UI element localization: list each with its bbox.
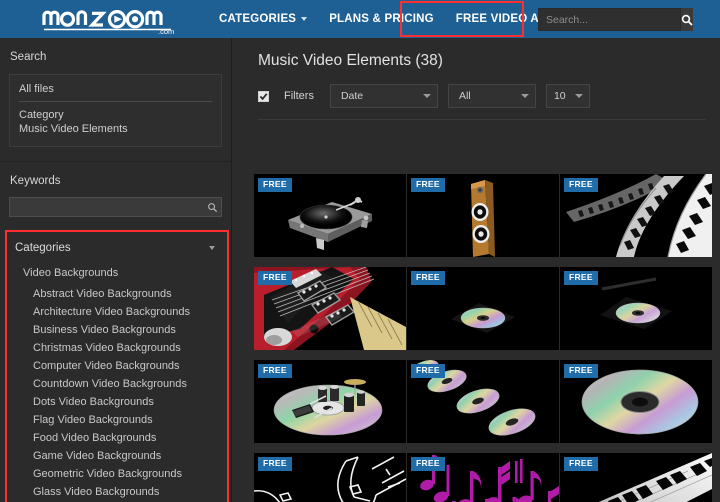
sort-select[interactable]: Date [330,84,438,108]
category-item[interactable]: Abstract Video Backgrounds [7,285,227,303]
page-root: .com CATEGORIES PLANS & PRICING FREE VID… [0,0,720,502]
category-item[interactable]: Food Video Backgrounds [7,429,227,447]
free-badge: FREE [258,457,292,471]
keywords-title: Keywords [0,162,231,197]
asset-card[interactable]: FREE [407,360,559,443]
header-search[interactable] [538,8,681,31]
nav-label-categories: CATEGORIES [219,13,296,25]
page-size-value: 10 [554,90,566,102]
category-item[interactable]: Computer Video Backgrounds [7,357,227,375]
nav-label-plans-pricing: PLANS & PRICING [329,13,434,25]
free-badge: FREE [411,178,445,192]
filter-toolbar: Filters Date All 10 [233,70,720,108]
page-title: Music Video Elements (38) [233,38,720,70]
search-icon [207,202,218,213]
results-grid-viewport: FREE [233,163,720,502]
asset-card[interactable]: FREE [254,267,406,350]
free-badge: FREE [564,364,598,378]
chevron-down-icon [301,17,307,21]
category-value[interactable]: Music Video Elements [19,122,212,136]
category-item[interactable]: Flag Video Backgrounds [7,411,227,429]
asset-card[interactable]: FREE [560,453,712,502]
sidebar-keywords-section: Keywords [0,162,231,217]
sidebar-search-section: Search All files Category Music Video El… [0,38,231,162]
asset-card[interactable]: FREE [254,174,406,257]
categories-list: Video Backgrounds Abstract Video Backgro… [7,263,227,502]
asset-card[interactable]: FREE [254,453,406,502]
asset-card[interactable]: FREE [560,267,712,350]
type-select-value: All [459,90,471,102]
asset-card[interactable]: FREE [407,453,559,502]
site-logo[interactable]: .com [40,0,188,38]
category-item[interactable]: Business Video Backgrounds [7,321,227,339]
free-badge: FREE [411,457,445,471]
category-item[interactable]: Dots Video Backgrounds [7,393,227,411]
category-item[interactable]: Game Video Backgrounds [7,447,227,465]
category-root-video-backgrounds[interactable]: Video Backgrounds [7,263,227,285]
monzoom-logo-icon: .com [40,4,188,34]
free-badge: FREE [411,271,445,285]
free-badge: FREE [258,364,292,378]
categories-panel: Categories Video Backgrounds Abstract Vi… [5,230,229,502]
asset-card[interactable]: FREE [560,174,712,257]
asset-card[interactable]: FREE [407,174,559,257]
all-files-label[interactable]: All files [19,83,212,102]
category-item[interactable]: Christmas Video Backgrounds [7,339,227,357]
category-item[interactable]: Architecture Video Backgrounds [7,303,227,321]
checkmark-icon [259,92,268,101]
free-badge: FREE [564,457,598,471]
keywords-input[interactable] [10,201,203,213]
search-icon [681,14,693,26]
chevron-down-icon [423,94,431,98]
svg-text:.com: .com [158,27,174,34]
main-content: Music Video Elements (38) Filters Date A… [233,38,720,502]
free-badge: FREE [564,178,598,192]
nav-item-plans-pricing[interactable]: PLANS & PRICING [318,0,445,38]
chevron-down-icon [521,94,529,98]
chevron-down-icon[interactable] [209,246,215,250]
category-label: Category [19,108,212,122]
category-item[interactable]: Geometric Video Backgrounds [7,465,227,483]
toolbar-divider [258,119,706,120]
categories-header[interactable]: Categories [7,232,227,263]
free-badge: FREE [258,271,292,285]
type-select[interactable]: All [448,84,536,108]
filters-label: Filters [284,90,314,102]
category-item[interactable]: Countdown Video Backgrounds [7,375,227,393]
keywords-search-icon-wrap[interactable] [203,202,221,213]
nav-item-categories[interactable]: CATEGORIES [208,0,318,38]
sidebar: Search All files Category Music Video El… [0,38,232,502]
results-grid: FREE [233,163,720,502]
categories-title: Categories [15,242,71,254]
sidebar-filter-summary: All files Category Music Video Elements [9,74,222,147]
search-input[interactable] [539,14,681,26]
page-size-select[interactable]: 10 [546,84,590,108]
asset-card[interactable]: FREE [560,360,712,443]
main-navigation: CATEGORIES PLANS & PRICING FREE VIDEO AS… [208,0,589,38]
asset-card[interactable]: FREE [407,267,559,350]
asset-card[interactable]: FREE [254,360,406,443]
site-header: .com CATEGORIES PLANS & PRICING FREE VID… [0,0,720,38]
search-button[interactable] [681,8,693,31]
sort-select-value: Date [341,90,363,102]
filters-checkbox[interactable] [258,91,269,102]
free-badge: FREE [258,178,292,192]
category-item[interactable]: Glass Video Backgrounds [7,483,227,501]
keywords-search-wrap[interactable] [9,197,222,217]
free-badge: FREE [411,364,445,378]
chevron-down-icon [575,94,583,98]
free-badge: FREE [564,271,598,285]
sidebar-search-title: Search [0,38,231,74]
